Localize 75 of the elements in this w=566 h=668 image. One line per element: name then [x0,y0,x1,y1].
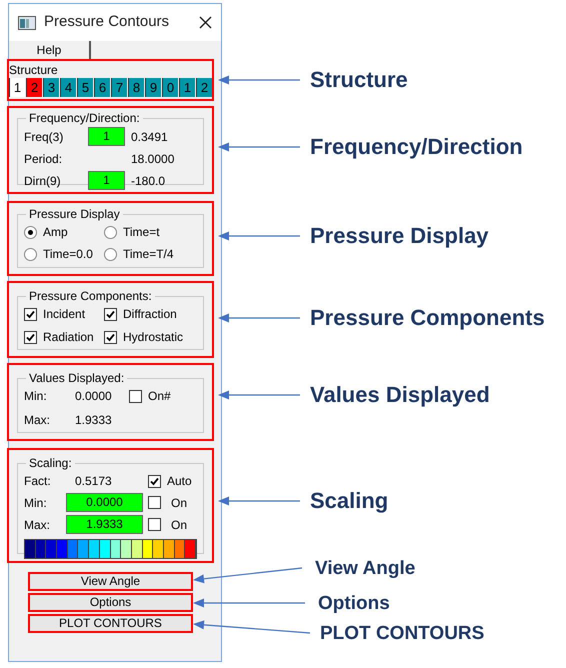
structure-tab[interactable]: 7 [111,78,127,97]
field-label: Min: [24,388,48,405]
callout-label: Frequency/Direction [310,136,523,158]
checkbox[interactable] [24,330,37,344]
structure-tab[interactable]: 1 [9,78,25,97]
field-label: Period: [24,150,64,168]
index-field[interactable]: 1 [88,127,125,146]
field-label: Min: [24,494,48,512]
field-label: Dirn(9) [24,172,62,190]
field-label: Fact: [24,473,52,490]
checkbox-label: On [171,516,188,534]
checkbox-label: On# [148,388,171,405]
value-field[interactable]: 0.0000 [66,493,143,512]
structure-tab[interactable]: 8 [128,78,144,97]
close-icon[interactable] [199,16,212,29]
window-title: Pressure Contours [44,12,170,32]
group-title: Scaling: [28,455,73,472]
group-title: Frequency/Direction: [28,110,141,127]
structure-label: Structure [9,62,59,78]
callout-label: Options [318,594,390,612]
callout-label: Pressure Display [310,225,489,247]
index-field[interactable]: 1 [88,171,125,190]
option-label: Time=T/4 [123,246,174,263]
structure-tab[interactable]: 1 [179,78,195,97]
dialog-button[interactable]: Options [28,593,193,612]
radio-button[interactable] [24,248,37,260]
structure-tab[interactable]: 4 [60,78,76,97]
structure-tab[interactable]: 3 [43,78,59,97]
value-field[interactable]: 1.9333 [66,515,143,534]
checkbox-label: On [171,494,188,512]
callout-label: View Angle [315,558,416,578]
value-text: 0.5173 [75,473,113,490]
checkbox[interactable] [148,496,161,509]
checkbox[interactable] [24,308,37,320]
checkbox-label: Auto [167,473,192,490]
option-label: Time=t [123,224,160,241]
option-label: Time=0.0 [43,246,93,263]
checkbox[interactable] [148,474,161,488]
callout-label: Pressure Components [310,307,545,329]
field-label: Max: [24,412,52,429]
dialog-button[interactable]: PLOT CONTOURS [28,614,193,633]
group-title: Pressure Components: [28,288,153,305]
dialog-button[interactable]: View Angle [28,572,193,591]
callout-label: PLOT CONTOURS [320,624,484,642]
checkbox[interactable] [129,390,142,402]
callout-label: Scaling [310,490,388,512]
option-label: Amp [43,224,68,241]
checkbox-label: Radiation [43,329,94,346]
field-label: Freq(3) [24,128,64,146]
checkbox-label: Diffraction [123,306,177,323]
checkbox-label: Incident [43,306,86,323]
value-text: 1.9333 [75,412,112,429]
app-icon [18,16,36,30]
structure-tab[interactable]: 6 [94,78,110,97]
structure-tab[interactable]: 5 [77,78,93,97]
value-text: 0.0000 [75,388,113,405]
checkbox-label: Hydrostatic [123,329,184,346]
radio-button[interactable] [24,226,37,238]
callout-label: Values Displayed [310,384,490,406]
value-text: 18.0000 [131,150,174,168]
callout-label: Structure [310,69,408,91]
checkbox[interactable] [104,330,117,344]
checkbox[interactable] [148,518,161,531]
checkbox[interactable] [104,308,117,320]
structure-tab[interactable]: 2 [26,78,42,97]
structure-tab[interactable]: 9 [145,78,161,97]
field-label: Max: [24,516,52,534]
radio-button[interactable] [104,226,117,238]
value-text: 0.3491 [131,128,168,146]
structure-tab[interactable]: 0 [162,78,178,97]
group-title: Values Displayed: [28,370,126,387]
structure-tab[interactable]: 2 [196,78,212,97]
radio-button[interactable] [104,248,117,260]
value-text: -180.0 [131,172,166,190]
group-title: Pressure Display [28,206,121,223]
